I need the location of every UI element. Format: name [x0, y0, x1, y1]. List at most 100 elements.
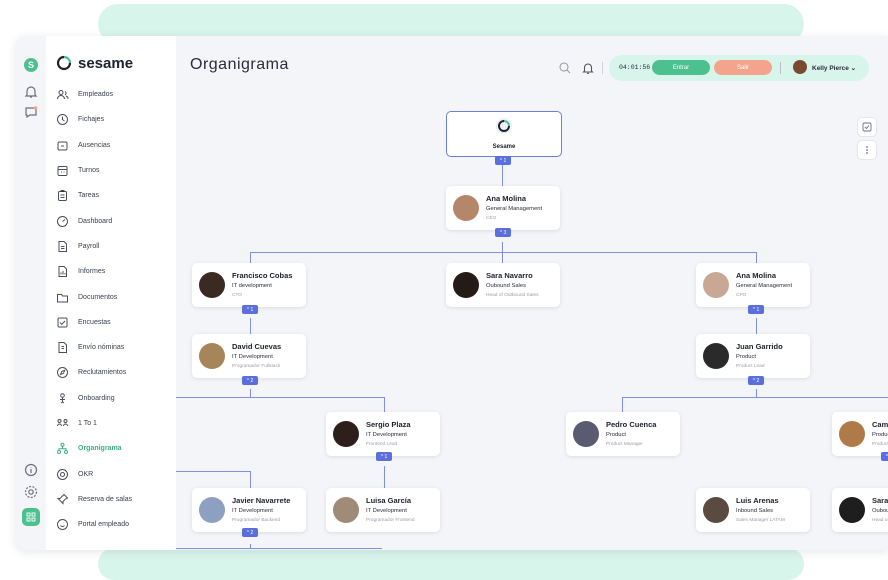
expand-badge[interactable]: ^ 1: [748, 305, 764, 314]
expand-badge[interactable]: ^ 2: [242, 528, 258, 537]
expand-badge[interactable]: ^ 1: [495, 156, 511, 165]
user-menu[interactable]: Kelly Pierce ⌄: [812, 64, 856, 72]
settings-icon[interactable]: [23, 484, 39, 500]
target-icon: [56, 468, 69, 481]
sidebar-item-okr[interactable]: OKR: [56, 461, 174, 486]
survey-icon: [56, 316, 69, 329]
employee-photo: [199, 343, 225, 369]
sidebar-item-label: Fichajes: [78, 116, 105, 124]
employee-name: Javier Navarrete: [232, 496, 291, 505]
org-card[interactable]: Sara Na Oubound Head of Ou: [832, 488, 888, 532]
sidebar-item-label: Dashboard: [78, 217, 113, 225]
icon-rail: S: [16, 36, 46, 550]
sidebar-item-empleados[interactable]: Empleados: [56, 82, 174, 107]
smile-icon: [56, 518, 69, 531]
search-icon[interactable]: [558, 61, 572, 75]
folder-icon: [56, 291, 69, 304]
sidebar-item-portal-empleado[interactable]: Portal empleado: [56, 512, 174, 537]
employee-photo: [199, 272, 225, 298]
sidebar-item-label: Tareas: [78, 192, 100, 200]
expand-badge[interactable]: ^ 3: [881, 452, 888, 461]
org-card[interactable]: Pedro Cuenca Product Product Manager: [566, 412, 680, 456]
sidebar-item-label: Encuestas: [78, 318, 111, 326]
org-card[interactable]: Francisco Cobas IT development CTO: [192, 263, 306, 307]
decorative-bottom-band: [98, 548, 804, 580]
one-to-one-icon: [56, 417, 69, 430]
user-name: Kelly Pierce: [812, 65, 849, 72]
employee-department: IT Development: [366, 508, 407, 514]
org-card[interactable]: David Cuevas IT Development Programador Fu…: [192, 334, 306, 378]
sidebar-item-label: Informes: [78, 268, 106, 276]
sidebar-item-label: Envío nóminas: [78, 344, 125, 352]
org-root-node[interactable]: Sesame: [446, 111, 562, 157]
employee-department: IT Development: [232, 508, 273, 514]
employee-role: Product Ma: [872, 442, 888, 447]
connector-line: [384, 397, 385, 413]
expand-badge[interactable]: ^ 1: [242, 305, 258, 314]
topbar-divider: [602, 62, 603, 74]
org-card[interactable]: Ana Molina General Management CEO: [446, 186, 560, 230]
employee-name: Sara Navarro: [486, 271, 533, 280]
bell-icon[interactable]: [23, 84, 39, 100]
org-card[interactable]: Luisa García IT Development Programador Fr…: [326, 488, 440, 532]
expand-badge[interactable]: ^ 2: [748, 376, 764, 385]
onboarding-icon: [56, 392, 69, 405]
app-window: S sesame Empleados Fichajes Ausencias Turno…: [16, 36, 888, 550]
employee-department: Oubound Sales: [486, 283, 526, 289]
sidebar-item-payroll[interactable]: Payroll: [56, 234, 174, 259]
chevron-up-icon: ^: [246, 306, 250, 313]
org-card[interactable]: Sergio Plaza IT Development Frontend Lead: [326, 412, 440, 456]
sidebar-menu: Empleados Fichajes Ausencias Turnos Tareas Da…: [56, 82, 174, 537]
sidebar-item-env-o-n-minas[interactable]: Envío nóminas: [56, 335, 174, 360]
sesame-logo-icon: [56, 55, 72, 71]
org-card[interactable]: Luis Arenas Inbound Sales Sales Manager LA…: [696, 488, 810, 532]
employee-role: Programador Fullstack: [232, 364, 281, 369]
org-card[interactable]: Camila F Product Product Ma: [832, 412, 888, 456]
user-avatar[interactable]: [793, 60, 807, 74]
chat-icon[interactable]: [23, 104, 39, 120]
sidebar-item-reserva-de-salas[interactable]: Reserva de salas: [56, 487, 174, 512]
app-logo-icon[interactable]: S: [24, 58, 38, 72]
employee-department: Inbound Sales: [736, 508, 774, 514]
employee-name: Juan Garrido: [736, 342, 783, 351]
expand-badge[interactable]: ^ 3: [495, 228, 511, 237]
info-icon[interactable]: [23, 462, 39, 478]
sidebar-item-organigrama[interactable]: Organigrama: [56, 436, 174, 461]
employee-role: CTO: [232, 293, 243, 298]
sidebar-item-reclutamientos[interactable]: Reclutamientos: [56, 360, 174, 385]
org-root-name: Sesame: [492, 144, 516, 150]
org-card[interactable]: Juan Garrido Product Product Lead: [696, 334, 810, 378]
salir-button[interactable]: Salir: [714, 60, 772, 75]
org-card[interactable]: Sara Navarro Oubound Sales Head of Outboun…: [446, 263, 560, 307]
employee-department: Product: [606, 432, 626, 438]
sidebar-item-ausencias[interactable]: Ausencias: [56, 133, 174, 158]
sidebar-item-fichajes[interactable]: Fichajes: [56, 107, 174, 132]
employee-department: IT Development: [232, 354, 273, 360]
connector-line: [622, 397, 888, 398]
sidebar-item-label: Onboarding: [78, 394, 115, 402]
sidebar-item-label: Reserva de salas: [78, 495, 133, 503]
sidebar-item-label: Documentos: [78, 293, 118, 301]
sidebar-item-dashboard[interactable]: Dashboard: [56, 208, 174, 233]
sidebar-item-documentos[interactable]: Documentos: [56, 284, 174, 309]
org-card[interactable]: Javier Navarrete IT Development Programado…: [192, 488, 306, 532]
employee-role: Product Lead: [736, 364, 765, 369]
employee-department: IT development: [232, 283, 272, 289]
sidebar-item-1-to-1[interactable]: 1 To 1: [56, 411, 174, 436]
expand-badge[interactable]: ^ 2: [242, 376, 258, 385]
sidebar-item-encuestas[interactable]: Encuestas: [56, 310, 174, 335]
employee-photo: [453, 272, 479, 298]
employee-department: IT Development: [366, 432, 407, 438]
sidebar-item-tareas[interactable]: Tareas: [56, 183, 174, 208]
sidebar-item-informes[interactable]: Informes: [56, 259, 174, 284]
notification-bell-icon[interactable]: [581, 61, 595, 75]
apps-grid-icon[interactable]: [22, 508, 40, 526]
brand[interactable]: sesame: [56, 52, 133, 74]
sidebar-item-turnos[interactable]: Turnos: [56, 158, 174, 183]
org-card[interactable]: Ana Molina General Management CPO: [696, 263, 810, 307]
entrar-button[interactable]: Entrar: [652, 60, 710, 75]
sidebar-item-onboarding[interactable]: Onboarding: [56, 386, 174, 411]
employee-role: Head of Outbound Sales: [486, 293, 539, 298]
expand-badge[interactable]: ^ 1: [376, 452, 392, 461]
connector-line: [250, 252, 756, 253]
